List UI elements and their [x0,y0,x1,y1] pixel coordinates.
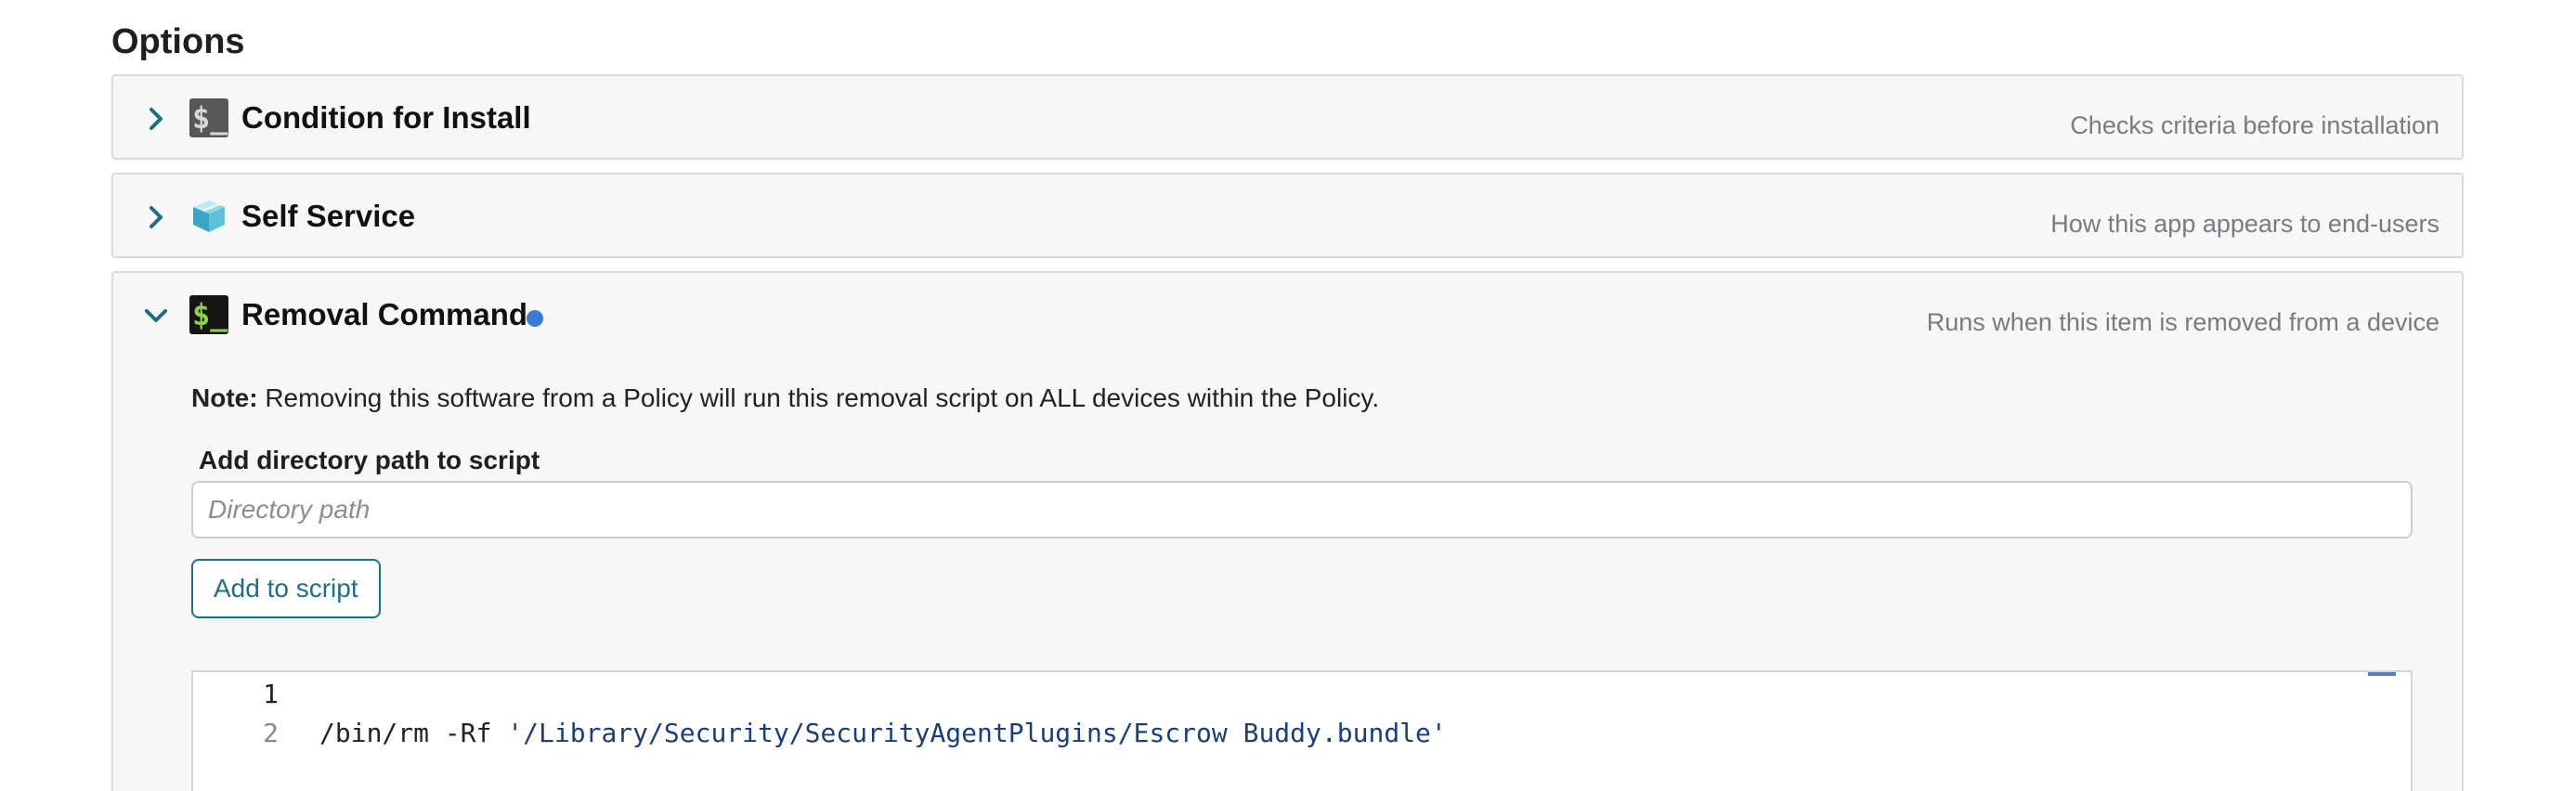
line-number: 2 [263,718,279,748]
section-title: Options [111,22,245,61]
note-text: Removing this software from a Policy wil… [257,383,1380,412]
removal-note: Note: Removing this software from a Poli… [191,381,1379,416]
terminal-icon: $_ [189,295,228,334]
panel-description: How this app appears to end-users [2050,210,2439,238]
panel-self-service: Self Service How this app appears to end… [111,173,2464,258]
panel-header-removal-command[interactable]: $_ Removal Command Runs when this item i… [113,273,2462,358]
panel-header-condition-for-install[interactable]: $_ Condition for Install Checks criteria… [113,76,2462,162]
panel-title: Removal Command [241,297,528,331]
directory-path-input[interactable] [191,481,2413,538]
chevron-down-icon[interactable] [139,299,173,332]
directory-path-label: Add directory path to script [199,446,540,474]
note-label: Note: [191,383,258,412]
code-line: 1 [193,676,2411,713]
chevron-right-icon[interactable] [139,201,173,234]
panel-description: Checks criteria before installation [2070,111,2439,139]
panel-description: Runs when this item is removed from a de… [1926,308,2439,336]
panel-title: Self Service [241,199,416,233]
line-number: 1 [263,679,279,709]
add-to-script-button[interactable]: Add to script [191,559,381,618]
code-text: /bin/rm -Rf '/Library/Security/SecurityA… [319,718,1447,748]
script-editor[interactable]: 1 2 /bin/rm -Rf '/Library/Security/Secur… [191,670,2413,791]
code-line: 2 /bin/rm -Rf '/Library/Security/Securit… [193,715,2411,752]
terminal-icon: $_ [189,98,228,137]
chevron-right-icon[interactable] [139,102,173,136]
modified-indicator-dot [527,310,543,327]
package-box-icon [189,197,228,236]
panel-condition-for-install: $_ Condition for Install Checks criteria… [111,74,2464,160]
panel-header-self-service[interactable]: Self Service How this app appears to end… [113,175,2462,260]
panel-title: Condition for Install [241,100,531,135]
